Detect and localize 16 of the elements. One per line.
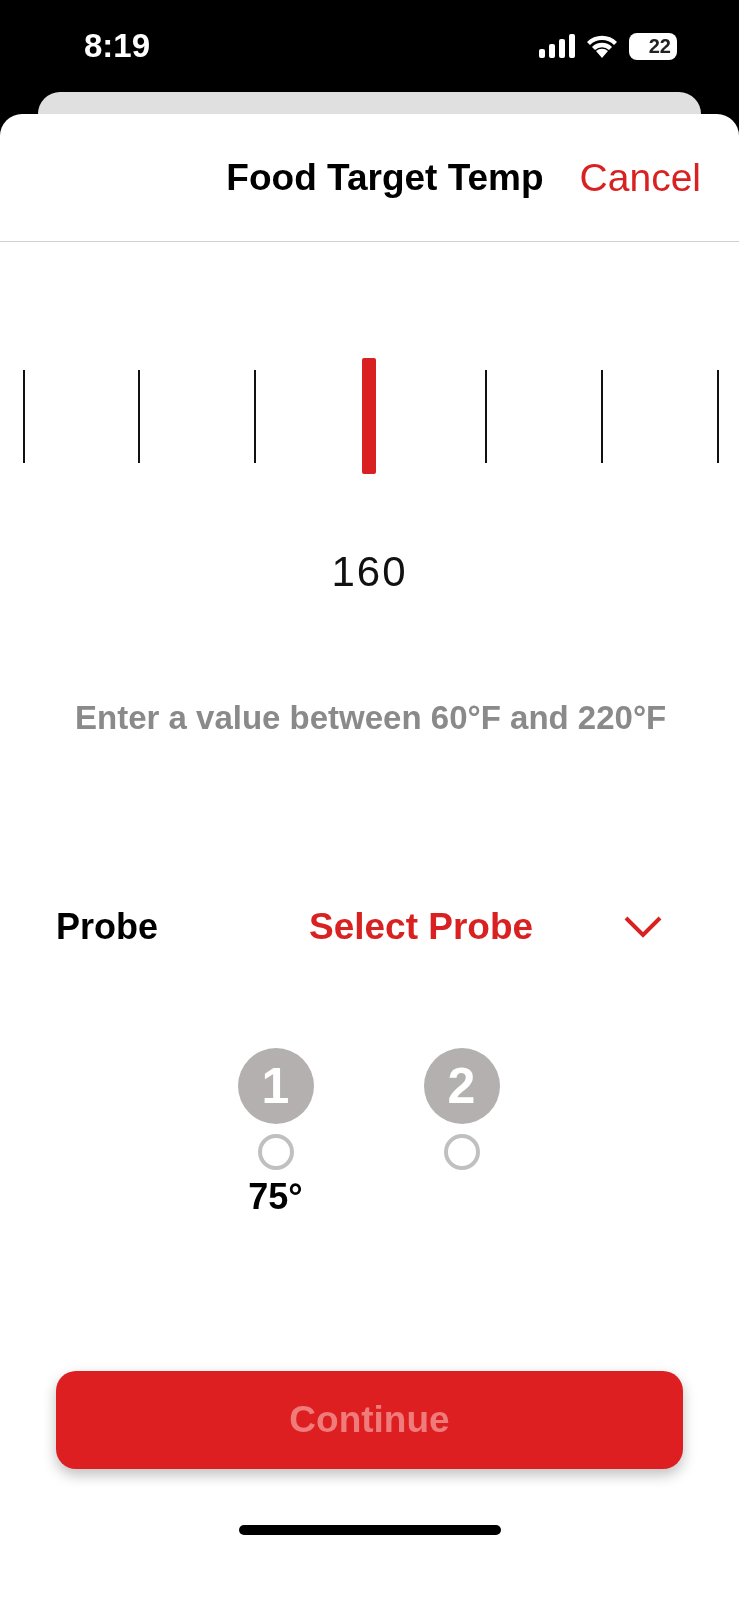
- wifi-icon: [585, 33, 619, 59]
- probe-label: Probe: [56, 906, 160, 948]
- range-hint: Enter a value between 60°F and 220°F: [75, 698, 668, 738]
- probe-temperature: 75°: [248, 1176, 303, 1218]
- temperature-value: 160: [330, 548, 409, 596]
- sheet-title: Food Target Temp: [226, 156, 544, 199]
- radio-button[interactable]: [257, 1134, 294, 1170]
- select-probe-dropdown[interactable]: Select Probe: [309, 906, 623, 948]
- chevron-down-icon[interactable]: [623, 915, 663, 939]
- cancel-button[interactable]: Cancel: [579, 155, 701, 200]
- battery-level: 22: [629, 32, 677, 60]
- probe-number-badge: 2: [423, 1048, 500, 1124]
- clock: 8:19: [84, 27, 151, 65]
- probe-number-badge: 1: [237, 1048, 314, 1124]
- signal-icon: [539, 34, 575, 58]
- radio-button[interactable]: [443, 1134, 480, 1170]
